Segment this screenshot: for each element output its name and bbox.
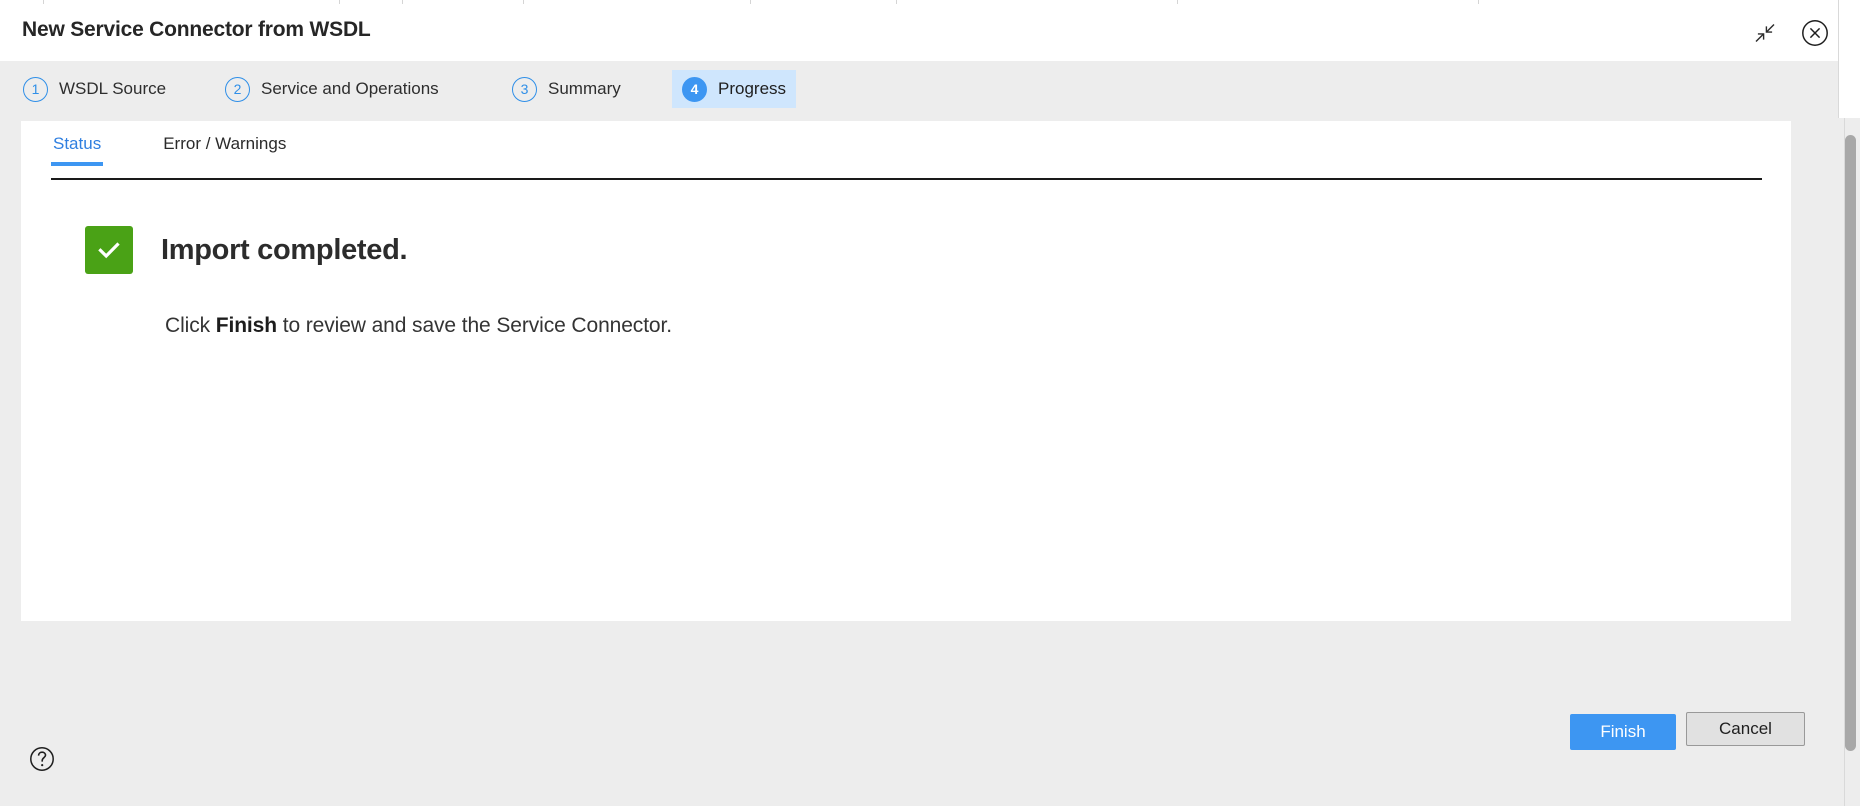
close-circle-icon[interactable] — [1798, 16, 1832, 50]
status-message-bold: Finish — [215, 314, 277, 337]
step-label-summary: Summary — [548, 79, 621, 98]
wizard-step-service-and-operations[interactable]: 2 Service and Operations — [215, 70, 449, 108]
content-panel: Status Error / Warnings Import completed… — [21, 121, 1791, 621]
tab-bar: Status Error / Warnings — [51, 130, 1762, 180]
dialog-titlebar: New Service Connector from WSDL — [0, 4, 1860, 61]
cancel-button[interactable]: Cancel — [1686, 712, 1805, 746]
scrollbar-thumb[interactable] — [1845, 135, 1856, 751]
help-circle-icon[interactable] — [26, 743, 58, 775]
status-message-prefix: Click — [165, 314, 216, 337]
finish-button[interactable]: Finish — [1570, 714, 1676, 750]
scrollbar-corner — [1838, 0, 1860, 118]
step-number-1: 1 — [23, 76, 48, 102]
status-header: Import completed. — [85, 226, 1751, 274]
step-number-2: 2 — [225, 76, 250, 102]
status-panel: Import completed. Click Finish to review… — [85, 226, 1751, 338]
step-number-3: 3 — [512, 76, 537, 102]
tab-status[interactable]: Status — [51, 130, 104, 166]
step-label-service-and-operations: Service and Operations — [261, 79, 439, 98]
window-controls — [1748, 16, 1832, 50]
status-message: Click Finish to review and save the Serv… — [165, 314, 1751, 338]
dialog-title: New Service Connector from WSDL — [22, 18, 371, 41]
step-number-4: 4 — [682, 76, 707, 102]
tab-error-warnings[interactable]: Error / Warnings — [161, 130, 288, 166]
collapse-arrows-icon[interactable] — [1748, 16, 1782, 50]
check-mark-icon — [85, 226, 133, 274]
status-title: Import completed. — [161, 233, 408, 266]
wizard-step-progress[interactable]: 4 Progress — [672, 70, 797, 108]
wizard-step-summary[interactable]: 3 Summary — [502, 70, 631, 108]
wizard-step-wsdl-source[interactable]: 1 WSDL Source — [13, 70, 176, 108]
dialog-window: New Service Connector from WSDL 1 WSDL S… — [0, 0, 1860, 806]
step-label-wsdl-source: WSDL Source — [59, 79, 167, 98]
status-message-suffix: to review and save the Service Connector… — [276, 314, 672, 337]
wizard-steps: 1 WSDL Source 2 Service and Operations 3… — [0, 61, 1860, 117]
vertical-scrollbar[interactable] — [1838, 0, 1860, 806]
step-label-progress: Progress — [718, 79, 787, 98]
